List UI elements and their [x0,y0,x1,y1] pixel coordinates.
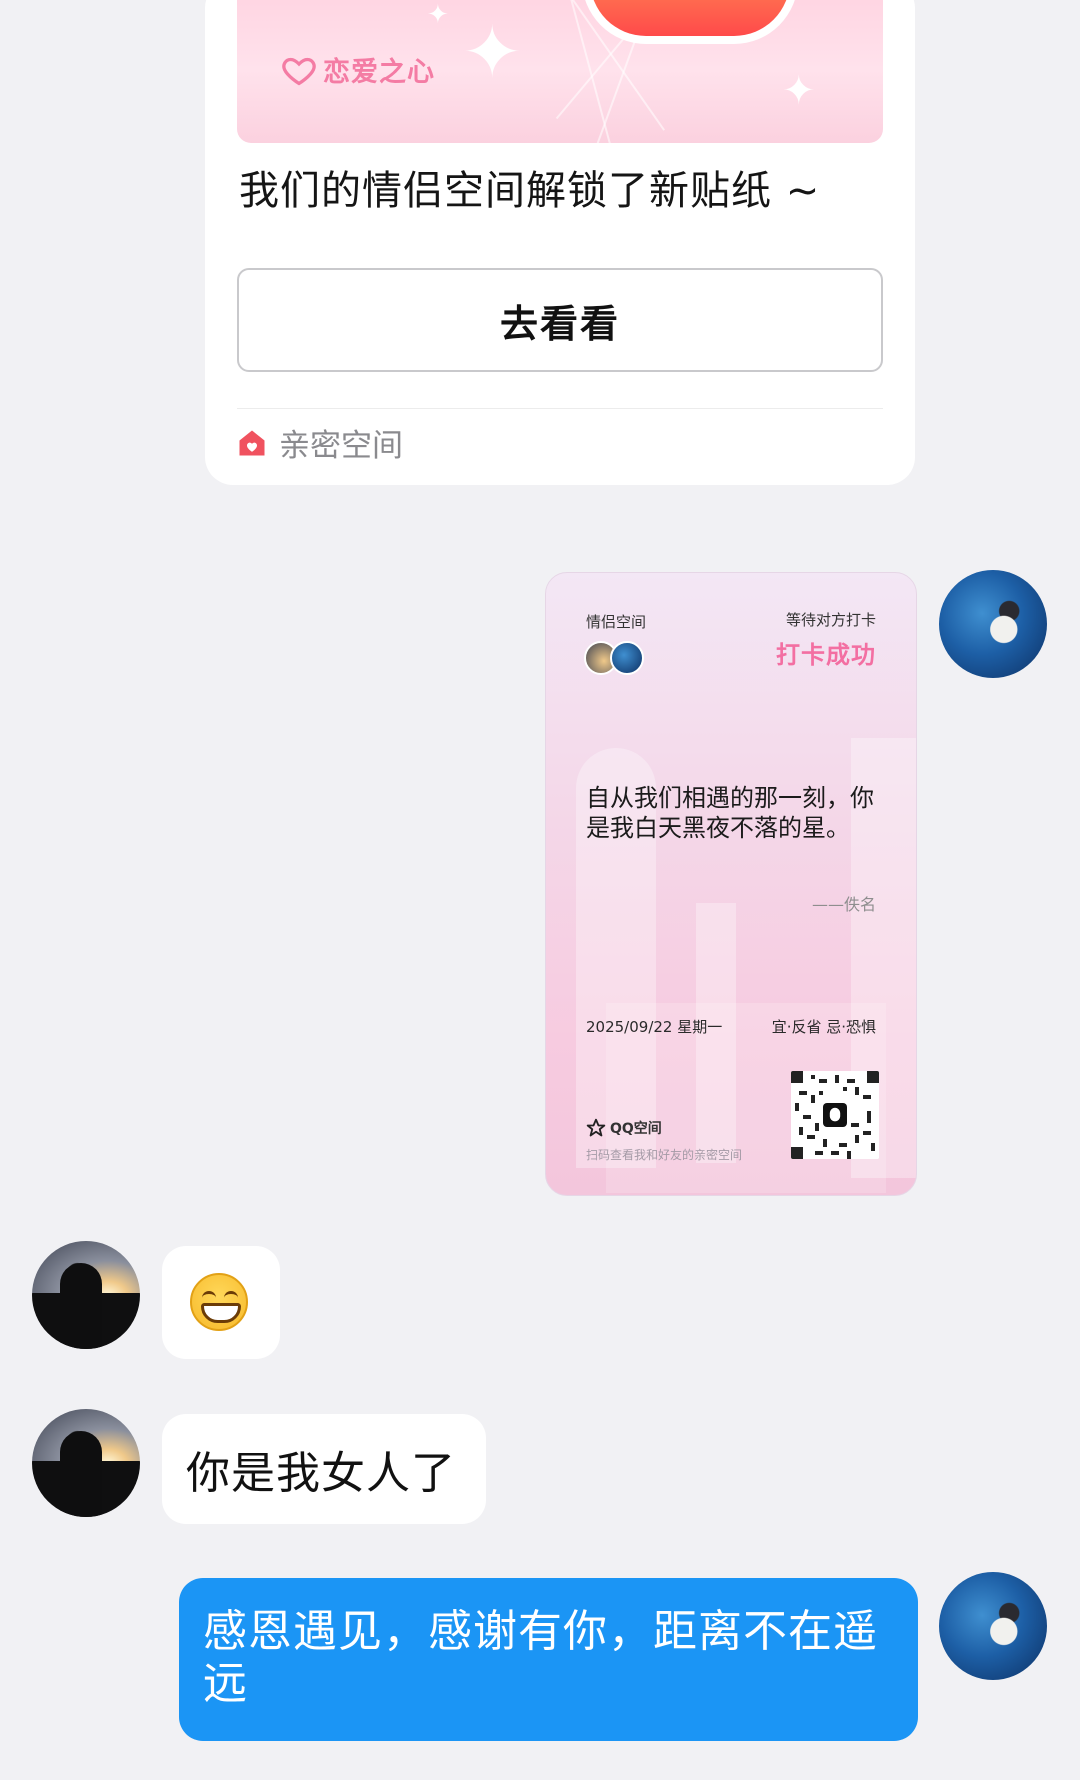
waiting-label: 等待对方打卡 [785,611,876,629]
scan-hint: 扫码查看我和好友的亲密空间 [586,1148,743,1162]
message-text: 感恩遇见，感谢有你，距离不在遥远 [203,1606,878,1709]
sparkle-icon: ✦ [462,10,523,94]
space-label: 情侣空间 [586,613,647,631]
my-avatar[interactable] [939,570,1047,678]
card-source[interactable]: 亲密空间 [237,420,403,465]
home-heart-icon [239,430,265,455]
sticker-card-message: 我们的情侣空间解锁了新贴纸 ~ [239,168,821,214]
card-divider [237,408,883,409]
my-message-bubble[interactable]: 感恩遇见，感谢有你，距离不在遥远 [179,1578,918,1741]
my-mini-avatar [610,641,644,675]
qr-code[interactable] [791,1071,879,1159]
partner-avatar[interactable] [32,1409,140,1517]
card-source-label: 亲密空间 [279,428,403,464]
banner-label: 恋爱之心 [281,50,435,89]
avatar-silhouette [60,1263,102,1349]
grinning-face-icon [190,1273,248,1331]
checkin-date: 2025/09/22 星期一 [586,1018,723,1036]
qzone-brand: QQ空间 [586,1118,662,1138]
sticker-unlock-card: ✦ ✦ ✦ 恋爱之心 我们的情侣空间解锁了新贴纸 ~ 去看看 亲密空间 [205,0,915,485]
text-message-bubble[interactable]: 你是我女人了 [162,1414,486,1524]
avatar-silhouette [60,1431,102,1517]
qr-code-graphic [791,1071,879,1159]
sticker-banner-image: ✦ ✦ ✦ 恋爱之心 [237,0,883,143]
emoji-message-bubble[interactable] [162,1246,280,1359]
checkin-almanac: 宜·反省 忌·恐惧 [771,1018,876,1036]
qzone-brand-label: QQ空间 [610,1121,662,1137]
star-icon [586,1118,606,1137]
my-avatar[interactable] [939,1572,1047,1680]
checkin-quote: 自从我们相遇的那一刻，你是我白天黑夜不落的星。 [586,784,874,842]
checkin-status: 打卡成功 [776,641,876,669]
go-see-button[interactable]: 去看看 [237,268,883,372]
message-text: 你是我女人了 [186,1448,456,1499]
heart-badge-graphic [582,0,798,44]
sparkle-icon: ✦ [427,0,449,30]
quote-author: ——佚名 [811,895,876,914]
partner-avatar[interactable] [32,1241,140,1349]
heart-outline-icon [282,57,316,85]
banner-label-text: 恋爱之心 [323,57,435,87]
checkin-card[interactable]: 情侣空间 等待对方打卡 打卡成功 自从我们相遇的那一刻，你是我白天黑夜不落的星。… [545,572,917,1196]
sparkle-icon: ✦ [782,68,816,114]
